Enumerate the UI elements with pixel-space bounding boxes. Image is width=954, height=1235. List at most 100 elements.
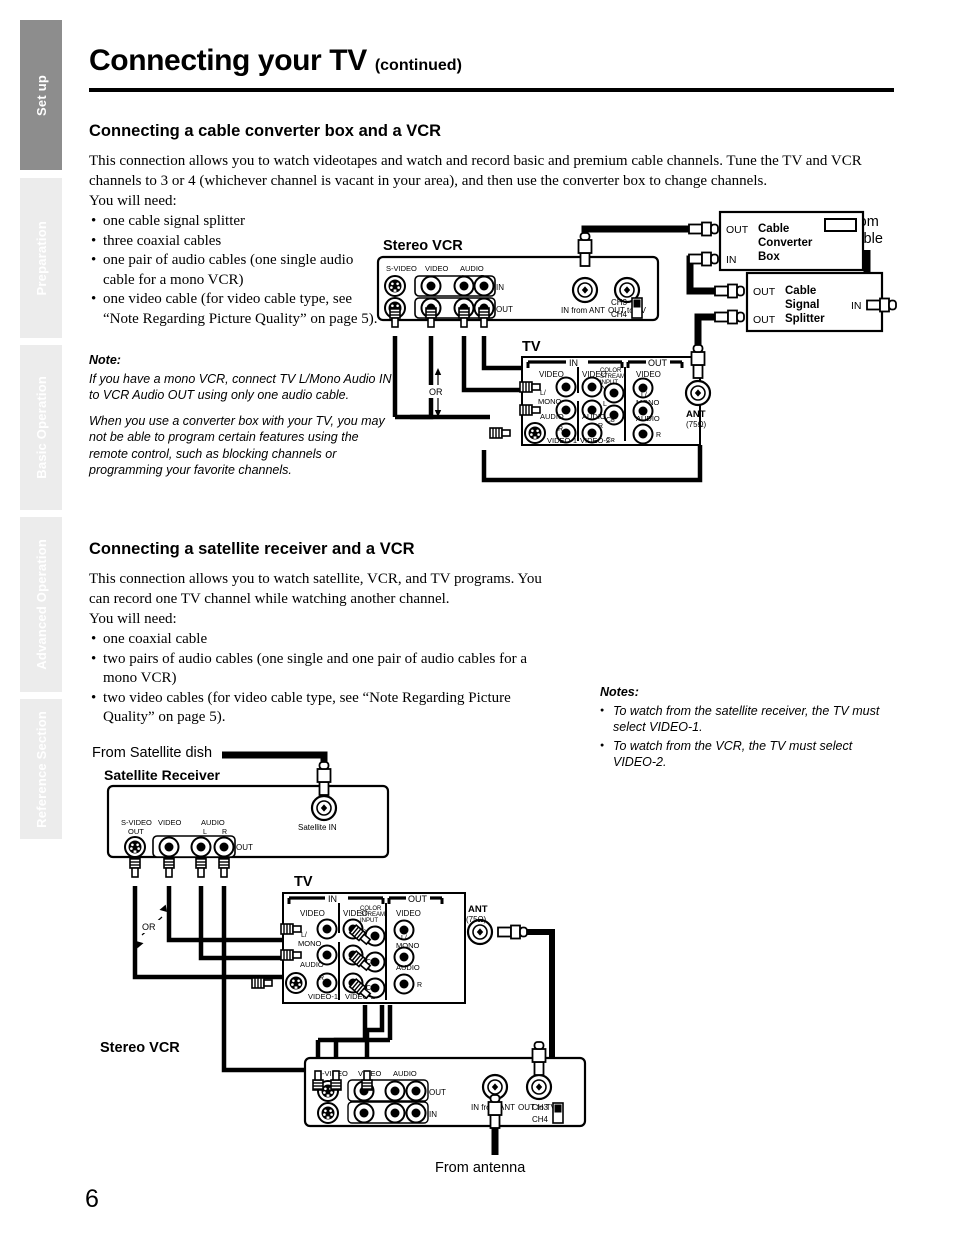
s-video-plug-icon <box>389 307 401 328</box>
splitter-in-label: IN <box>851 300 862 312</box>
section2-paragraph: This connection allows you to watch sate… <box>89 571 542 607</box>
receiver-out-label: OUT <box>236 843 253 852</box>
note-paragraph: When you use a converter box with your T… <box>89 413 385 478</box>
sidebar-item-advanced-operation[interactable]: Advanced Operation <box>20 517 62 692</box>
tv-video1-audio-label: AUDIO <box>540 412 564 421</box>
tv-pb-label: L <box>603 401 607 408</box>
rca-plug-icon <box>280 949 302 961</box>
sidebar-item-basic-operation[interactable]: Basic Operation <box>20 345 62 510</box>
list-item: one video cable (for video cable type, s… <box>89 290 379 329</box>
vcr-channel-switch[interactable] <box>552 1102 564 1124</box>
rca-jack-icon <box>603 382 625 404</box>
rca-plug-icon <box>478 307 490 328</box>
f-connector-icon <box>531 1041 547 1076</box>
coax-jack-icon <box>310 794 338 822</box>
section2-needs-intro: You will need: <box>89 611 177 627</box>
page-title-continued: (continued) <box>374 57 462 74</box>
rca-jack-icon <box>384 1080 406 1102</box>
tv-ant-ohms-label: (75Ω) <box>466 915 487 924</box>
rca-jack-icon <box>473 275 495 297</box>
rca-jack-icon <box>213 836 235 858</box>
s-video-jack-icon <box>124 836 146 858</box>
converter-box-label-1: Cable <box>758 223 789 235</box>
tv-video1-video-label: VIDEO <box>300 909 325 918</box>
rca-jack-icon <box>393 973 415 995</box>
rca-plug-icon <box>195 857 207 878</box>
receiver-s-video-label: S-VIDEO <box>121 818 152 827</box>
section2-needs-list: one coaxial cable two pairs of audio cab… <box>89 630 529 728</box>
tv-in-label: IN <box>328 894 337 904</box>
receiver-audio-label: AUDIO <box>201 818 225 827</box>
rca-plug-icon <box>163 857 175 878</box>
list-item: three coaxial cables <box>89 232 379 252</box>
tv-out-r-label: R <box>417 982 422 989</box>
satellite-receiver-vcr-diagram: From Satellite dish Satellite Receiver S… <box>92 745 587 1176</box>
rca-plug-icon <box>519 381 541 393</box>
rca-plug-icon <box>218 857 230 878</box>
rca-jack-icon <box>405 1102 427 1124</box>
note-heading: Note: <box>89 353 121 367</box>
rca-jack-icon <box>190 836 212 858</box>
vcr-channel-switch[interactable] <box>631 297 643 319</box>
tv-video1-label: VIDEO-1 <box>308 992 338 1001</box>
vcr-audio-label: AUDIO <box>460 264 484 273</box>
cable-vcr-to-tv-video2-b <box>364 1005 385 1062</box>
tv-color-stream-line3: INPUT <box>360 918 378 924</box>
from-antenna-label: From antenna <box>435 1160 526 1176</box>
coax-jack-icon <box>684 379 712 407</box>
rca-jack-icon <box>384 1102 406 1124</box>
list-item: one pair of audio cables (one single aud… <box>89 251 379 290</box>
rca-jack-icon <box>158 836 180 858</box>
splitter-label-3: Splitter <box>785 313 825 325</box>
sidebar-item-label: Preparation <box>33 220 49 296</box>
sidebar-item-label: Set up <box>33 74 49 116</box>
or-label: OR <box>429 387 443 397</box>
vcr-out-label: OUT <box>496 305 513 314</box>
splitter-out2-label: OUT <box>753 314 776 326</box>
sidebar-item-label: Reference Section <box>33 710 49 828</box>
tv-video1-video-label: VIDEO <box>539 370 564 379</box>
rca-jack-icon <box>555 376 577 398</box>
rca-jack-icon <box>632 423 654 445</box>
tv-video2-audio-label: AUDIO <box>582 412 606 421</box>
tv-out-label: OUT <box>648 358 668 368</box>
s-video-plug-icon <box>129 857 141 878</box>
s-video-plug-icon <box>489 427 511 439</box>
tv-ant-label: ANT <box>468 904 488 915</box>
converter-in-label: IN <box>726 254 737 266</box>
f-connector-icon <box>866 297 897 313</box>
rca-jack-icon <box>581 376 603 398</box>
page-title-text: Connecting your TV <box>89 44 367 77</box>
converter-display <box>824 218 857 232</box>
f-connector-icon <box>497 924 528 940</box>
tv-video1-r-label: R <box>319 975 324 982</box>
vcr-out-label: OUT <box>429 1088 446 1097</box>
rca-plug-icon <box>361 1070 373 1091</box>
s-video-jack-icon <box>384 275 406 297</box>
vcr-ch4-label: CH4 <box>611 310 628 319</box>
splitter-label-1: Cable <box>785 285 816 297</box>
rca-plug-icon <box>280 923 302 935</box>
sidebar-item-reference-section[interactable]: Reference Section <box>20 699 62 839</box>
s-video-plug-icon <box>251 977 273 989</box>
sidebar-item-set-up[interactable]: Set up <box>20 20 62 170</box>
receiver-audio-l-label: L <box>203 829 207 836</box>
tv-out-label: OUT <box>408 894 428 904</box>
tv-video1-l-label: L/ <box>301 932 307 939</box>
receiver-satellite-in-label: Satellite IN <box>298 823 337 832</box>
tv-out-video-label: VIDEO <box>396 909 421 918</box>
vcr-audio-label: AUDIO <box>393 1069 417 1078</box>
section1-paragraph: This connection allows you to watch vide… <box>89 153 862 189</box>
rca-plug-icon <box>458 307 470 328</box>
sidebar-item-label: Advanced Operation <box>33 539 49 670</box>
rca-jack-icon <box>420 275 442 297</box>
f-connector-icon <box>714 283 745 299</box>
vcr-in-from-ant-label: IN from ANT <box>561 306 605 315</box>
rca-jack-icon <box>453 275 475 297</box>
splitter-out1-label: OUT <box>753 286 776 298</box>
tv-video2-r-label: R <box>598 423 603 430</box>
coax-jack-icon <box>571 276 599 304</box>
notes-heading: Notes: <box>600 685 639 699</box>
list-item: two pairs of audio cables (one single an… <box>89 650 529 689</box>
sidebar-item-preparation[interactable]: Preparation <box>20 178 62 338</box>
